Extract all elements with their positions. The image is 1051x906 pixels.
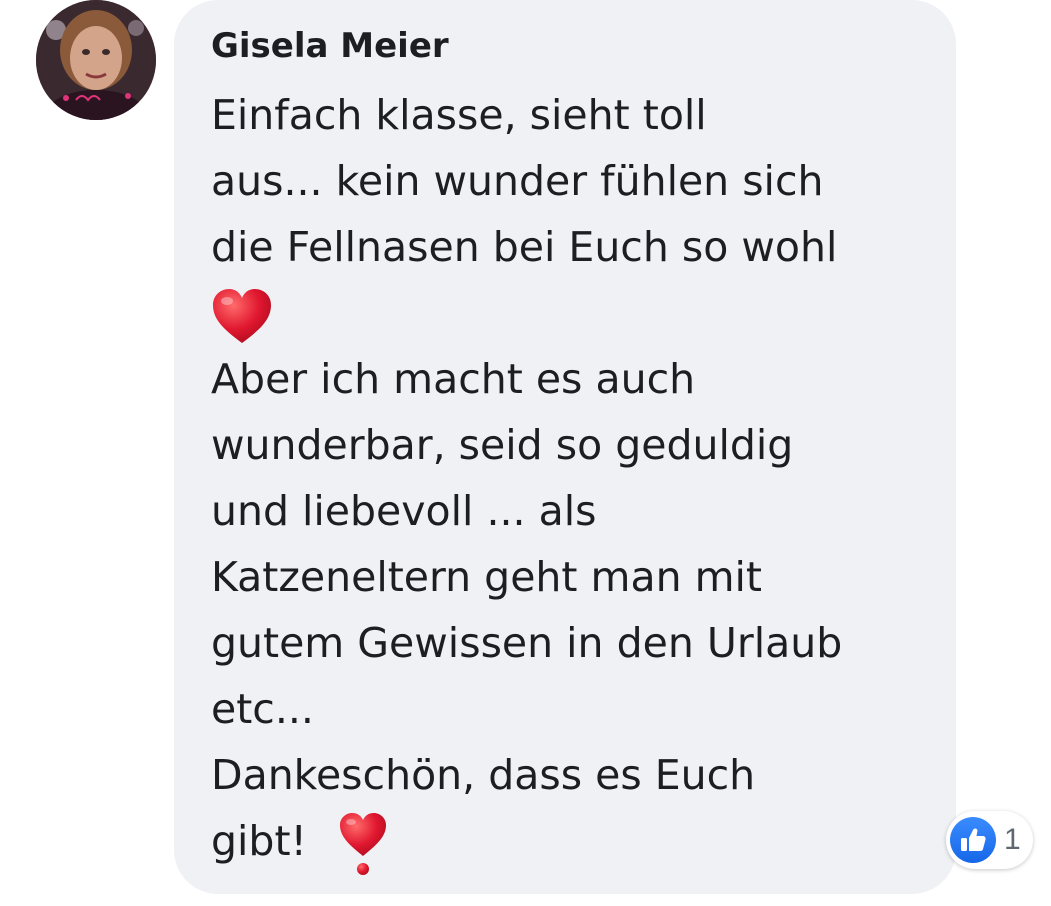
comment-line: wunderbar, seid so geduldig bbox=[211, 421, 794, 469]
commenter-avatar[interactable] bbox=[36, 0, 156, 120]
reaction-count: 1 bbox=[1004, 823, 1021, 856]
avatar-image bbox=[36, 0, 156, 120]
comment-line-last: gibt! bbox=[211, 808, 931, 875]
comment-line: Aber ich macht es auch bbox=[211, 355, 696, 403]
red-heart-icon bbox=[213, 289, 271, 343]
comment-author-name[interactable]: Gisela Meier bbox=[211, 22, 449, 70]
comment-line: Katzeneltern geht man mit bbox=[211, 553, 762, 601]
thumbs-up-icon bbox=[961, 828, 986, 851]
comment-line: Einfach klasse, sieht toll bbox=[211, 91, 707, 139]
comment-line: die Fellnasen bei Euch so wohl bbox=[211, 223, 838, 271]
heart-exclamation-icon bbox=[340, 813, 387, 875]
comment-line: gutem Gewissen in den Urlaub bbox=[211, 619, 843, 667]
comment-line: und liebevoll ... als bbox=[211, 487, 597, 535]
comment-line: Dankeschön, dass es Euch bbox=[211, 751, 756, 799]
reactions-summary[interactable]: 1 bbox=[946, 811, 1033, 869]
comment-text: Einfach klasse, sieht toll aus... kein w… bbox=[211, 82, 931, 875]
comment-line-emoji bbox=[211, 280, 931, 346]
comment-line: aus... kein wunder fühlen sich bbox=[211, 157, 824, 205]
like-icon bbox=[950, 817, 996, 863]
comment-last-text: gibt! bbox=[211, 817, 307, 865]
comment-line: etc... bbox=[211, 685, 314, 733]
